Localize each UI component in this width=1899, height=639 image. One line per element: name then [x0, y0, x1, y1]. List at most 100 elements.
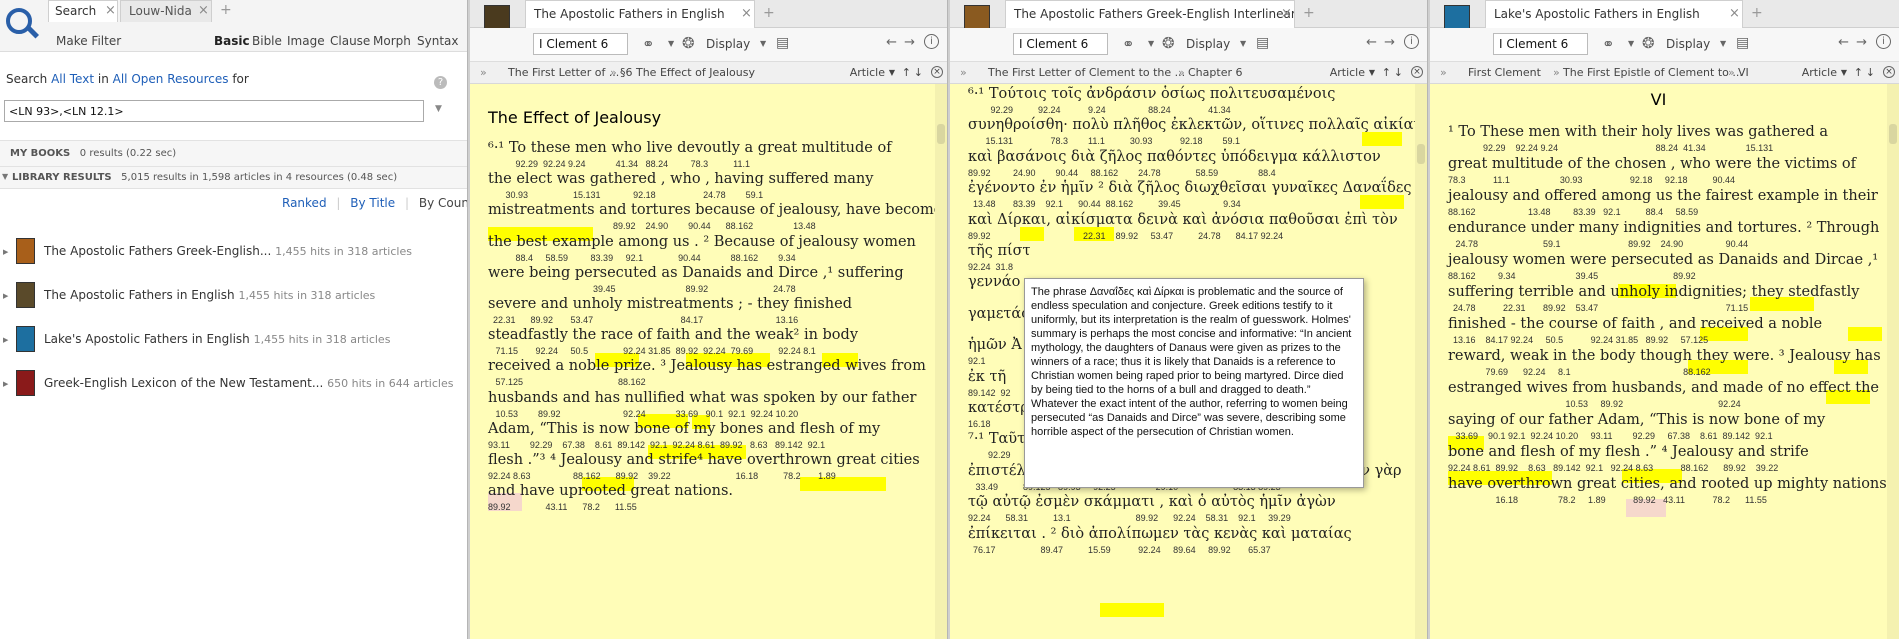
forward-icon[interactable]: →	[904, 35, 915, 50]
expand-icon[interactable]: ▶	[3, 248, 8, 256]
parallel-resources-icon[interactable]: ⚭	[1122, 35, 1135, 53]
breadcrumb-item[interactable]: The First Letter of ...	[508, 66, 619, 79]
text-line[interactable]: received a noble prize. ³ Jealousy has e…	[488, 358, 926, 374]
breadcrumb-item[interactable]: §6 The Effect of Jealousy	[620, 66, 755, 79]
info-icon[interactable]: ❂	[682, 34, 695, 52]
text-line[interactable]: saying of our father Adam, “This is now …	[1448, 412, 1873, 428]
sort-by-title[interactable]: By Title	[350, 196, 395, 210]
display-menu[interactable]: Display	[706, 37, 750, 51]
close-icon[interactable]: ×	[1883, 66, 1895, 78]
expand-icon[interactable]: ▶	[3, 292, 8, 300]
search-input[interactable]: <LN 93>,<LN 12.1>	[4, 100, 424, 122]
result-item[interactable]: The Apostolic Fathers Greek-English... 1…	[44, 244, 412, 258]
text-line[interactable]: and have uprooted great nations.	[488, 483, 921, 499]
text-line[interactable]: reward, weak in the body though they wer…	[1448, 348, 1881, 364]
tab-resource[interactable]: The Apostolic Fathers in English	[525, 0, 755, 28]
breadcrumb-item[interactable]: VI	[1738, 66, 1749, 79]
article-menu[interactable]: Article	[1802, 66, 1837, 79]
expand-icon[interactable]: ▶	[3, 336, 8, 344]
text-line[interactable]: bone and flesh of my flesh .” ⁴ Jealousy…	[1448, 444, 1873, 460]
text-line[interactable]: καὶ βασάνοις διὰ ζῆλος παθόντες ὑπόδειγμ…	[968, 149, 1401, 165]
add-tab-icon[interactable]: +	[220, 2, 232, 18]
chevron-down-icon[interactable]: ▼	[889, 68, 895, 77]
panel-menu-icon[interactable]: ▤	[1736, 35, 1749, 51]
text-line[interactable]: have overthrown great cities, and rooted…	[1448, 476, 1887, 492]
scrollbar[interactable]	[1415, 84, 1427, 639]
text-line[interactable]: jealousy and offered among us the faires…	[1448, 188, 1878, 204]
text-line[interactable]: endurance under many indignities and tor…	[1448, 220, 1879, 236]
text-line[interactable]: steadfastly the race of faith and the we…	[488, 327, 921, 343]
text-line[interactable]: τῆς πίστ	[968, 243, 1401, 259]
up-arrow-icon[interactable]: ↑	[1382, 66, 1391, 79]
text-line[interactable]: συνηθροίσθη· πολὺ πλῆθος ἐκλεκτῶν, οἵτιν…	[968, 117, 1415, 133]
forward-icon[interactable]: →	[1856, 35, 1867, 50]
parallel-resources-icon[interactable]: ⚭	[642, 35, 655, 53]
chevron-down-icon[interactable]: ▼	[1148, 39, 1154, 48]
add-tab-icon[interactable]: +	[1303, 5, 1315, 21]
display-menu[interactable]: Display	[1666, 37, 1710, 51]
article-menu[interactable]: Article	[1330, 66, 1365, 79]
parallel-resources-icon[interactable]: ⚭	[1602, 35, 1615, 53]
forward-icon[interactable]: →	[1384, 35, 1395, 50]
down-arrow-icon[interactable]: ↓	[914, 66, 923, 79]
search-type-syntax[interactable]: Syntax	[417, 34, 458, 48]
panel-menu-icon[interactable]: ▤	[1256, 35, 1269, 51]
text-line[interactable]: estranged wives from husbands, and made …	[1448, 380, 1879, 396]
text-line[interactable]: mistreatments and tortures because of je…	[488, 202, 935, 218]
scrollbar[interactable]	[1887, 84, 1899, 639]
text-line[interactable]: the best example among us . ² Because of…	[488, 234, 921, 250]
breadcrumb-item[interactable]: The First Letter of Clement to the ...	[988, 66, 1185, 79]
info-icon[interactable]: i	[1876, 34, 1891, 49]
up-arrow-icon[interactable]: ↑	[1854, 66, 1863, 79]
scrollbar[interactable]	[935, 84, 947, 639]
back-icon[interactable]: ←	[1366, 35, 1377, 50]
sort-by-count[interactable]: By Count	[419, 196, 467, 210]
chevron-down-icon[interactable]: ▼	[760, 39, 766, 48]
info-icon[interactable]: i	[924, 34, 939, 49]
text-line[interactable]: husbands and has nullified what was spok…	[488, 390, 921, 406]
search-type-morph[interactable]: Morph	[373, 34, 411, 48]
panel-menu-icon[interactable]: ▤	[776, 35, 789, 51]
text-line[interactable]: jealousy women were persecuted as Danaid…	[1448, 252, 1878, 268]
close-icon[interactable]: ×	[1281, 6, 1292, 21]
close-icon[interactable]: ×	[931, 66, 943, 78]
down-arrow-icon[interactable]: ↓	[1394, 66, 1403, 79]
info-icon[interactable]: ❂	[1162, 34, 1175, 52]
reference-input[interactable]: I Clement 6	[1493, 33, 1588, 55]
reference-input[interactable]: I Clement 6	[533, 33, 628, 55]
close-icon[interactable]: ×	[198, 3, 209, 18]
back-icon[interactable]: ←	[1838, 35, 1849, 50]
chevron-down-icon[interactable]: ▼	[2, 172, 8, 181]
info-icon[interactable]: i	[1404, 34, 1419, 49]
chevron-down-icon[interactable]: ▼	[1841, 68, 1847, 77]
breadcrumb-item[interactable]: Chapter 6	[1188, 66, 1242, 79]
search-type-bible[interactable]: Bible	[252, 34, 282, 48]
text-line[interactable]: Adam, “This is now bone of my bones and …	[488, 421, 921, 437]
chevron-down-icon[interactable]: ▼	[1720, 39, 1726, 48]
text-line[interactable]: ἐπίκειται . ² διὸ ἀπολίπωμεν τὰς κενὰς κ…	[968, 526, 1401, 542]
text-line[interactable]: καὶ Δίρκαι, αἰκίσματα δεινὰ καὶ ἀνόσια π…	[968, 212, 1401, 228]
close-icon[interactable]: ×	[741, 6, 752, 21]
article-menu[interactable]: Article	[850, 66, 885, 79]
chevron-down-icon[interactable]: ▼	[435, 104, 442, 114]
text-line[interactable]: ⁶·¹ To these men who live devoutly a gre…	[488, 140, 921, 156]
close-icon[interactable]: ×	[1729, 6, 1740, 21]
back-icon[interactable]: ←	[886, 35, 897, 50]
tab-resource[interactable]: Lake's Apostolic Fathers in English	[1485, 0, 1743, 28]
chevron-down-icon[interactable]: ▼	[1240, 39, 1246, 48]
search-type-basic[interactable]: Basic	[214, 34, 250, 48]
breadcrumb-item[interactable]: First Clement	[1468, 66, 1541, 79]
reference-input[interactable]: I Clement 6	[1013, 33, 1108, 55]
text-line[interactable]: severe and unholy mistreatments ; - they…	[488, 296, 921, 312]
make-filter-button[interactable]: Make Filter	[56, 34, 121, 48]
text-line[interactable]: τῷ αὐτῷ ἐσμὲν σκάμματι , καὶ ὁ αὐτὸς ἡμῖ…	[968, 494, 1401, 510]
text-line[interactable]: ἐγένοντο ἐν ἡμῖν ² διὰ ζῆλος διωχθεῖσαι …	[968, 180, 1411, 196]
chevron-down-icon[interactable]: ▼	[1628, 39, 1634, 48]
sort-ranked[interactable]: Ranked	[282, 196, 327, 210]
text-line[interactable]: finished - the course of faith , and rec…	[1448, 316, 1873, 332]
text-line[interactable]: flesh .”³ ⁴ Jealousy and strife⁴ have ov…	[488, 452, 921, 468]
up-arrow-icon[interactable]: ↑	[902, 66, 911, 79]
help-icon[interactable]: ?	[434, 76, 447, 89]
close-icon[interactable]: ×	[1411, 66, 1423, 78]
chevron-down-icon[interactable]: ▼	[668, 39, 674, 48]
